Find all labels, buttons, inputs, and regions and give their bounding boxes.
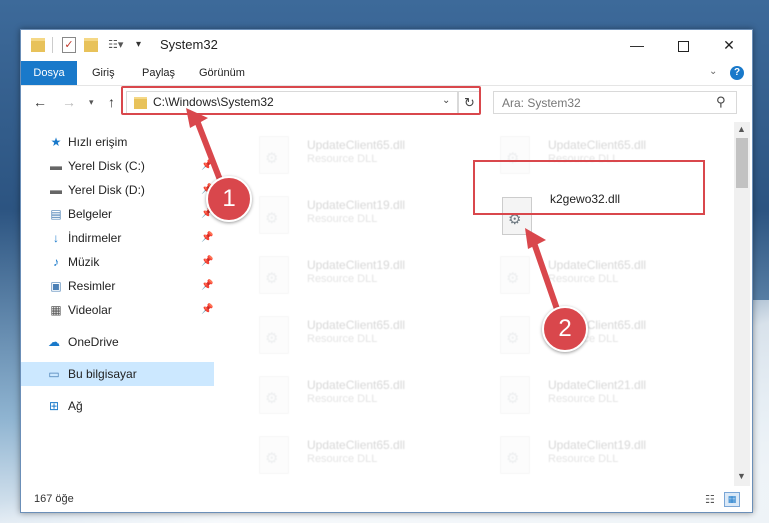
annotation-arrow-2 bbox=[525, 228, 561, 315]
annotation-arrow-1 bbox=[186, 108, 225, 188]
annotation-badge-1: 1 bbox=[206, 176, 252, 222]
annotation-arrows bbox=[186, 108, 561, 315]
annotation-badge-2: 2 bbox=[542, 306, 588, 352]
